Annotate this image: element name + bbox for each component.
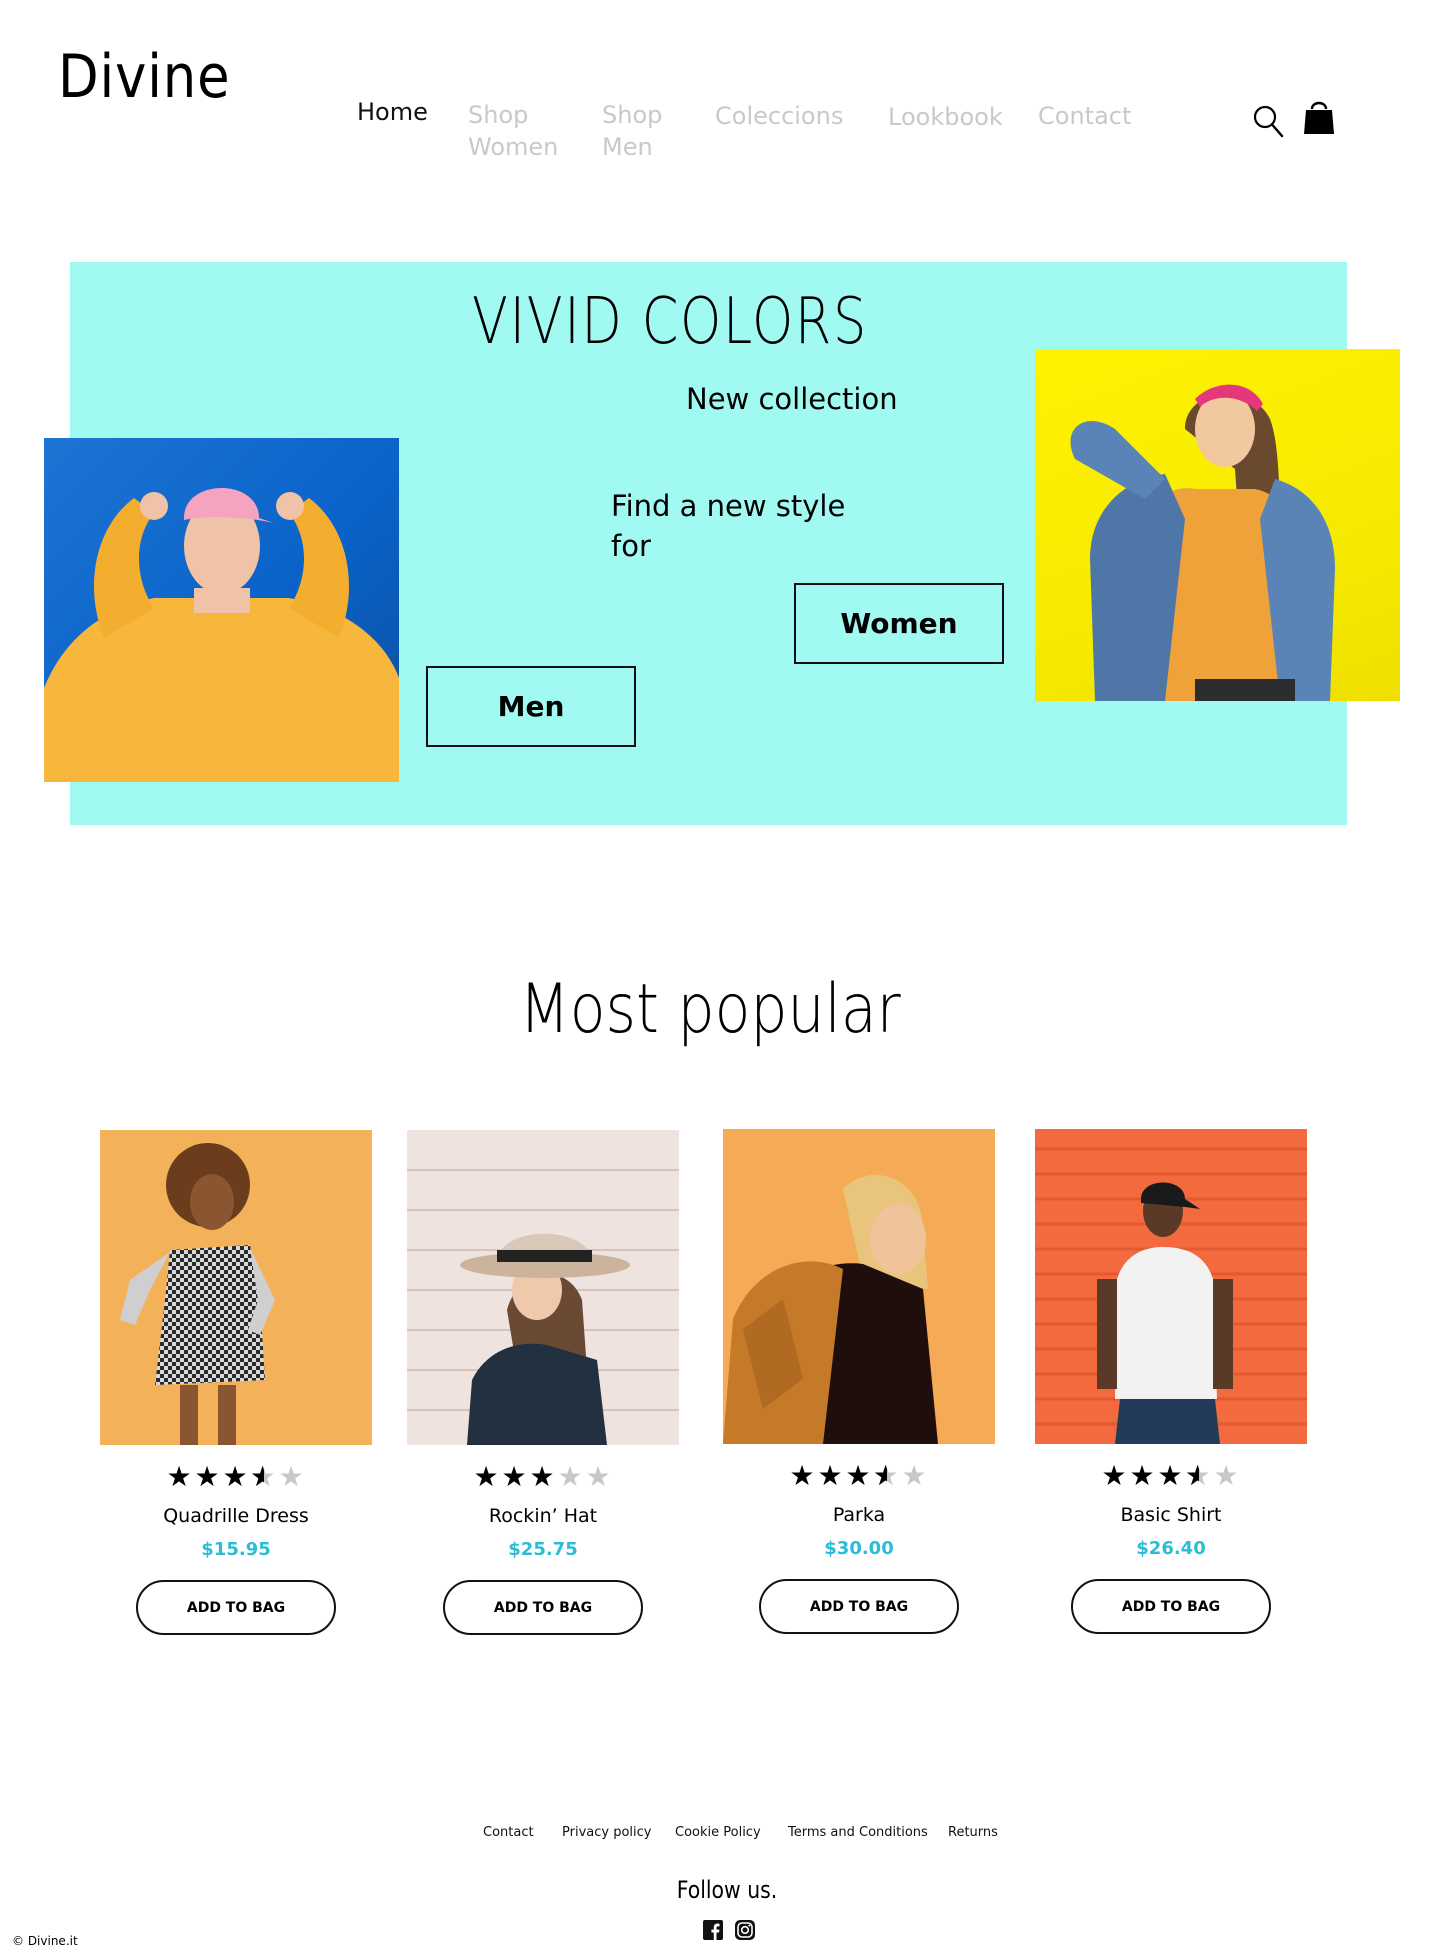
product-image[interactable] <box>723 1129 995 1444</box>
hero-women-photo <box>1035 349 1400 701</box>
half-star-icon: ★ <box>1185 1462 1213 1491</box>
nav-lookbook[interactable]: Lookbook <box>888 101 1003 133</box>
empty-star-icon: ★ <box>557 1460 585 1493</box>
product-price: $15.95 <box>201 1539 271 1560</box>
product-name[interactable]: Rockin’ Hat <box>407 1505 679 1527</box>
section-title: Most popular <box>519 970 901 1049</box>
nav-shop-women[interactable]: Shop Women <box>468 99 578 163</box>
rating-stars: ★★★★★ <box>723 1459 995 1492</box>
nav-coleccions[interactable]: Coleccions <box>715 100 843 132</box>
shop-men-button[interactable]: Men <box>426 666 636 747</box>
half-star-icon: ★ <box>250 1463 278 1492</box>
logo[interactable]: Divine <box>58 42 230 112</box>
shop-women-button[interactable]: Women <box>794 583 1004 664</box>
star-icon: ★ <box>845 1459 873 1492</box>
add-to-bag-button[interactable]: ADD TO BAG <box>759 1579 959 1634</box>
rating-stars: ★★★★★ <box>1035 1459 1307 1492</box>
star-icon: ★ <box>194 1460 222 1493</box>
empty-star-icon: ★ <box>1213 1459 1241 1492</box>
hero-subtitle: New collection <box>686 382 898 416</box>
empty-star-icon: ★ <box>585 1460 613 1493</box>
product-price: $30.00 <box>824 1538 894 1559</box>
nav-home[interactable]: Home <box>357 96 428 128</box>
rating-stars: ★★★★★ <box>100 1460 372 1493</box>
empty-star-icon: ★ <box>901 1459 929 1492</box>
nav-contact[interactable]: Contact <box>1038 100 1131 132</box>
search-icon[interactable] <box>1252 104 1284 138</box>
follow-us-label: Follow us. <box>676 1876 778 1904</box>
product-name[interactable]: Parka <box>723 1504 995 1526</box>
footer-link-privacy[interactable]: Privacy policy <box>562 1825 651 1840</box>
footer-link-cookie[interactable]: Cookie Policy <box>675 1825 761 1840</box>
footer-link-terms[interactable]: Terms and Conditions <box>788 1825 928 1840</box>
star-icon: ★ <box>166 1460 194 1493</box>
star-icon: ★ <box>1101 1459 1129 1492</box>
star-icon: ★ <box>501 1460 529 1493</box>
star-icon: ★ <box>789 1459 817 1492</box>
product-name[interactable]: Basic Shirt <box>1035 1504 1307 1526</box>
hero-men-photo <box>44 438 399 782</box>
product-price: $26.40 <box>1136 1538 1206 1559</box>
footer-link-returns[interactable]: Returns <box>948 1825 998 1840</box>
product-price: $25.75 <box>508 1539 578 1560</box>
star-icon: ★ <box>1129 1459 1157 1492</box>
half-star-icon: ★ <box>873 1462 901 1491</box>
product-image[interactable] <box>100 1130 372 1445</box>
product-card: ★★★★★ Rockin’ Hat $25.75 ADD TO BAG <box>407 1130 679 1635</box>
add-to-bag-button[interactable]: ADD TO BAG <box>1071 1579 1271 1634</box>
rating-stars: ★★★★★ <box>407 1463 679 1491</box>
star-icon: ★ <box>817 1459 845 1492</box>
hero-title: VIVID COLORS <box>472 285 868 359</box>
instagram-icon[interactable] <box>735 1920 755 1940</box>
footer-link-contact[interactable]: Contact <box>483 1825 534 1840</box>
copyright: © Divine.it <box>12 1934 78 1948</box>
star-icon: ★ <box>473 1460 501 1493</box>
facebook-icon[interactable] <box>703 1920 723 1940</box>
product-image[interactable] <box>407 1130 679 1445</box>
star-icon: ★ <box>1157 1459 1185 1492</box>
product-card: ★★★★★ Basic Shirt $26.40 ADD TO BAG <box>1035 1129 1307 1634</box>
product-image[interactable] <box>1035 1129 1307 1444</box>
star-icon: ★ <box>529 1460 557 1493</box>
add-to-bag-button[interactable]: ADD TO BAG <box>136 1580 336 1635</box>
empty-star-icon: ★ <box>278 1460 306 1493</box>
product-card: ★★★★★ Parka $30.00 ADD TO BAG <box>723 1129 995 1634</box>
add-to-bag-button[interactable]: ADD TO BAG <box>443 1580 643 1635</box>
product-card: ★★★★★ Quadrille Dress $15.95 ADD TO BAG <box>100 1130 372 1635</box>
star-icon: ★ <box>222 1460 250 1493</box>
hero-tagline: Find a new style for <box>611 489 846 563</box>
nav-shop-men[interactable]: Shop Men <box>602 99 682 163</box>
cart-icon[interactable] <box>1302 98 1336 136</box>
product-name[interactable]: Quadrille Dress <box>100 1505 372 1527</box>
